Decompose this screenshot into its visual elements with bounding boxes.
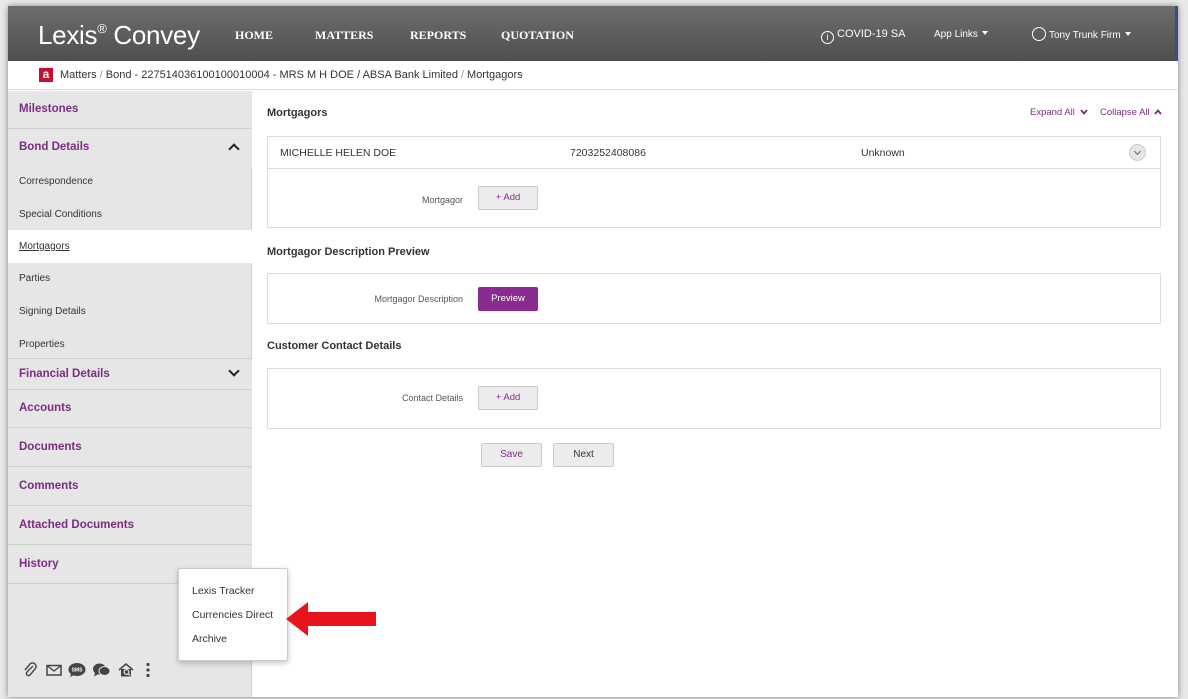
sidebar-sub-label: Signing Details	[19, 306, 86, 317]
caret-down-icon	[1124, 32, 1131, 36]
breadcrumb-bond[interactable]: Bond - 227514036100100010004 - MRS M H D…	[106, 69, 458, 81]
sidebar-label: Attached Documents	[19, 519, 135, 531]
sidebar-item-financial-details[interactable]: Financial Details	[8, 358, 252, 390]
svg-text:SMS: SMS	[72, 668, 84, 674]
expand-row-button[interactable]	[1129, 144, 1146, 161]
save-button[interactable]: Save	[481, 443, 542, 467]
sidebar-item-bond-details[interactable]: Bond Details	[8, 129, 252, 167]
mortgagor-status: Unknown	[861, 147, 905, 159]
breadcrumb-mortgagors: Mortgagors	[467, 69, 523, 81]
breadcrumb-matters[interactable]: Matters	[60, 69, 97, 81]
sidebar-sub-label: Correspondence	[19, 176, 93, 187]
menu-item-archive[interactable]: Archive	[192, 633, 227, 645]
more-options-menu: Lexis Tracker Currencies Direct Archive	[178, 568, 288, 661]
sidebar-label: Comments	[19, 480, 79, 492]
breadcrumb-separator: /	[99, 69, 103, 81]
sidebar-label: Accounts	[19, 402, 72, 414]
breadcrumb-trail: Matters / Bond - 227514036100100010004 - M…	[60, 69, 523, 81]
envelope-icon[interactable]	[46, 662, 62, 678]
logo-text: Lexis	[38, 20, 98, 50]
section-title-preview: Mortgagor Description Preview	[267, 246, 430, 258]
sidebar-label: Documents	[19, 441, 82, 453]
nav-reports[interactable]: REPORTS	[410, 28, 466, 43]
nav-covid-label: COVID-19 SA	[837, 28, 906, 40]
chevron-down-icon	[1079, 109, 1088, 115]
nav-matters[interactable]: MATTERS	[315, 28, 373, 43]
preview-button[interactable]: Preview	[478, 287, 538, 311]
mortgagor-name: MICHELLE HELEN DOE	[280, 147, 397, 159]
sidebar-sub-label: Special Conditions	[19, 209, 102, 220]
sidebar-item-attached-documents[interactable]: Attached Documents	[8, 507, 252, 545]
nav-home[interactable]: HOME	[235, 28, 273, 43]
expand-all-label: Expand All	[1030, 107, 1075, 118]
section-title-contact: Customer Contact Details	[267, 340, 402, 352]
add-mortgagor-button[interactable]: + Add	[478, 186, 538, 210]
app-logo[interactable]: Lexis® Convey	[38, 20, 200, 51]
sidebar-sub-correspondence[interactable]: Correspondence	[8, 165, 252, 198]
nav-app-links-label: App Links	[934, 29, 978, 40]
sidebar-sub-label: Mortgagors	[19, 241, 70, 252]
app-window: Lexis® Convey HOME MATTERS REPORTS QUOTA…	[8, 6, 1178, 697]
expand-all-link[interactable]: Expand All	[1030, 107, 1088, 118]
nav-user-label: Tony Trunk Firm	[1049, 30, 1121, 41]
lexis-a-icon: a	[39, 68, 53, 82]
section-title-mortgagors: Mortgagors	[267, 107, 328, 119]
main-content: Mortgagors Expand All Collapse All MICHE…	[253, 91, 1178, 697]
user-icon	[1032, 27, 1046, 41]
mortgagors-panel: MICHELLE HELEN DOE 7203252408086 Unknown…	[267, 136, 1161, 228]
logo-suffix: Convey	[106, 20, 200, 50]
chevron-down-icon	[228, 365, 240, 377]
add-contact-button[interactable]: + Add	[478, 386, 538, 410]
sidebar-sub-label: Parties	[19, 273, 51, 284]
collapse-all-label: Collapse All	[1100, 107, 1150, 118]
sidebar-item-comments[interactable]: Comments	[8, 468, 252, 506]
red-arrow-annotation	[286, 602, 376, 636]
window-edge	[1175, 6, 1178, 61]
nav-user-menu[interactable]: Tony Trunk Firm	[1032, 27, 1131, 41]
collapse-all-link[interactable]: Collapse All	[1100, 107, 1162, 118]
sms-icon[interactable]: SMS	[68, 662, 86, 678]
menu-item-currencies-direct[interactable]: Currencies Direct	[192, 609, 273, 621]
paperclip-icon[interactable]	[22, 662, 38, 678]
sidebar-sub-mortgagors[interactable]: Mortgagors	[8, 230, 252, 263]
chevron-up-icon	[1154, 109, 1162, 115]
top-navigation: Lexis® Convey HOME MATTERS REPORTS QUOTA…	[8, 6, 1178, 61]
sidebar-sub-special-conditions[interactable]: Special Conditions	[8, 198, 252, 231]
sidebar-sub-label: Properties	[19, 339, 65, 350]
sidebar-label: Bond Details	[19, 141, 90, 153]
breadcrumb: a Matters / Bond - 227514036100100010004 -…	[8, 61, 1178, 90]
menu-item-lexis-tracker[interactable]: Lexis Tracker	[192, 585, 254, 597]
preview-panel: Mortgagor Description Preview	[267, 273, 1161, 324]
info-icon: i	[821, 31, 834, 44]
sidebar-sub-parties[interactable]: Parties	[8, 262, 252, 295]
nav-quotation[interactable]: QUOTATION	[501, 28, 574, 43]
sidebar-sub-signing-details[interactable]: Signing Details	[8, 295, 252, 328]
breadcrumb-separator: /	[460, 69, 465, 81]
chevron-up-icon	[228, 143, 240, 155]
sidebar-label: History	[19, 558, 59, 570]
mortgagor-description-label: Mortgagor Description	[374, 294, 463, 304]
nav-covid[interactable]: i COVID-19 SA	[821, 28, 905, 44]
caret-down-icon	[981, 31, 988, 35]
next-button[interactable]: Next	[553, 443, 614, 467]
chat-icon[interactable]	[92, 662, 111, 678]
sidebar-item-accounts[interactable]: Accounts	[8, 390, 252, 428]
sidebar-sub-properties[interactable]: Properties	[8, 328, 252, 358]
sidebar-item-milestones[interactable]: Milestones	[8, 91, 252, 129]
mortgagor-id-number: 7203252408086	[570, 147, 646, 159]
nav-app-links[interactable]: App Links	[934, 29, 988, 40]
contact-details-label: Contact Details	[401, 393, 463, 403]
mortgagor-row[interactable]: MICHELLE HELEN DOE 7203252408086 Unknown	[268, 137, 1160, 169]
more-vertical-icon[interactable]	[144, 662, 152, 678]
sidebar-label: Milestones	[19, 103, 79, 115]
contact-panel: Contact Details + Add	[267, 368, 1161, 429]
sidebar-label: Financial Details	[19, 368, 110, 380]
sidebar-item-documents[interactable]: Documents	[8, 429, 252, 467]
mortgagor-label: Mortgagor	[421, 195, 463, 205]
house-search-icon[interactable]	[118, 662, 134, 678]
